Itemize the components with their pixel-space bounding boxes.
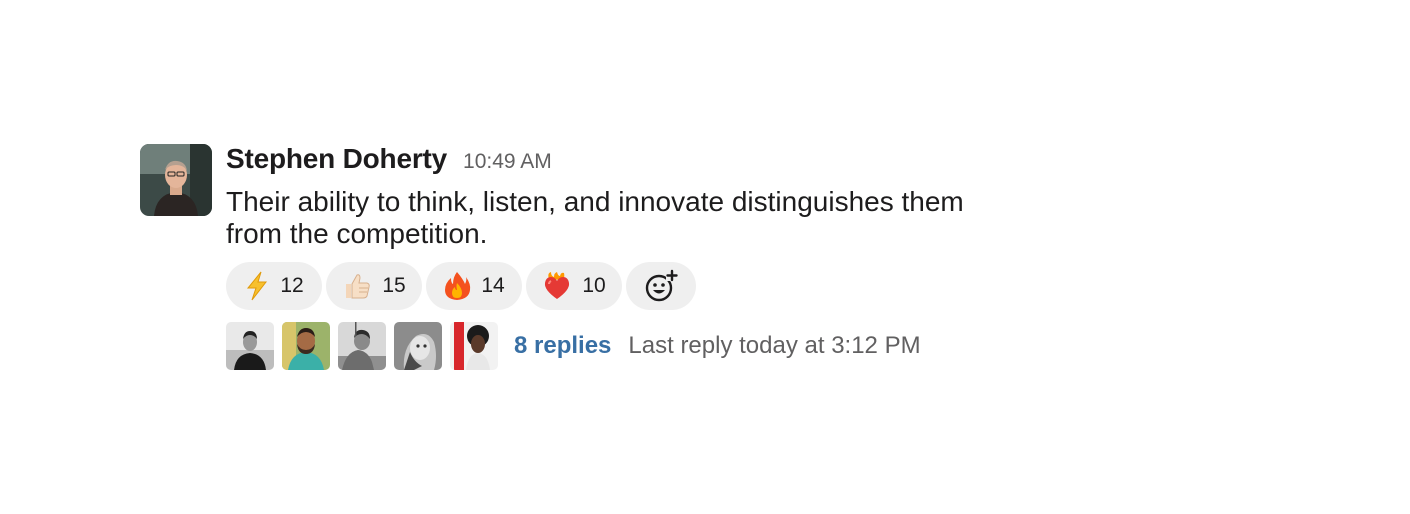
reaction-fire[interactable]: 14 — [426, 262, 522, 310]
thumbs-up-icon — [342, 271, 372, 301]
heart-on-fire-icon — [542, 271, 572, 301]
reply-avatar — [394, 322, 442, 370]
reply-avatar — [338, 322, 386, 370]
reaction-count: 15 — [382, 274, 406, 297]
message-timestamp[interactable]: 10:49 AM — [463, 150, 552, 174]
reaction-count: 14 — [481, 274, 505, 297]
reaction-count: 12 — [280, 274, 304, 297]
message: Stephen Doherty 10:49 AM Their ability t… — [140, 143, 1040, 383]
author-avatar[interactable] — [140, 144, 212, 216]
reaction-count: 10 — [582, 274, 606, 297]
add-reaction-button[interactable] — [626, 262, 696, 310]
reply-avatar — [450, 322, 498, 370]
message-content: Stephen Doherty 10:49 AM Their ability t… — [226, 143, 1026, 250]
author-name[interactable]: Stephen Doherty — [226, 143, 447, 175]
message-text: Their ability to think, listen, and inno… — [226, 186, 964, 249]
reply-avatar — [282, 322, 330, 370]
thread-summary[interactable]: 8 replies Last reply today at 3:12 PM — [226, 322, 921, 370]
lightning-bolt-icon — [244, 271, 270, 301]
reaction-heart-on-fire[interactable]: 10 — [526, 262, 622, 310]
last-reply-time: Last reply today at 3:12 PM — [628, 332, 921, 359]
add-emoji-icon — [644, 269, 678, 303]
reply-avatar — [226, 322, 274, 370]
replies-link[interactable]: 8 replies — [514, 332, 611, 360]
reaction-lightning[interactable]: 12 — [226, 262, 322, 310]
reactions-bar: 12 15 14 10 — [226, 262, 696, 310]
reaction-thumbs-up[interactable]: 15 — [326, 262, 422, 310]
fire-icon — [443, 271, 471, 301]
message-header: Stephen Doherty 10:49 AM — [226, 143, 1026, 177]
